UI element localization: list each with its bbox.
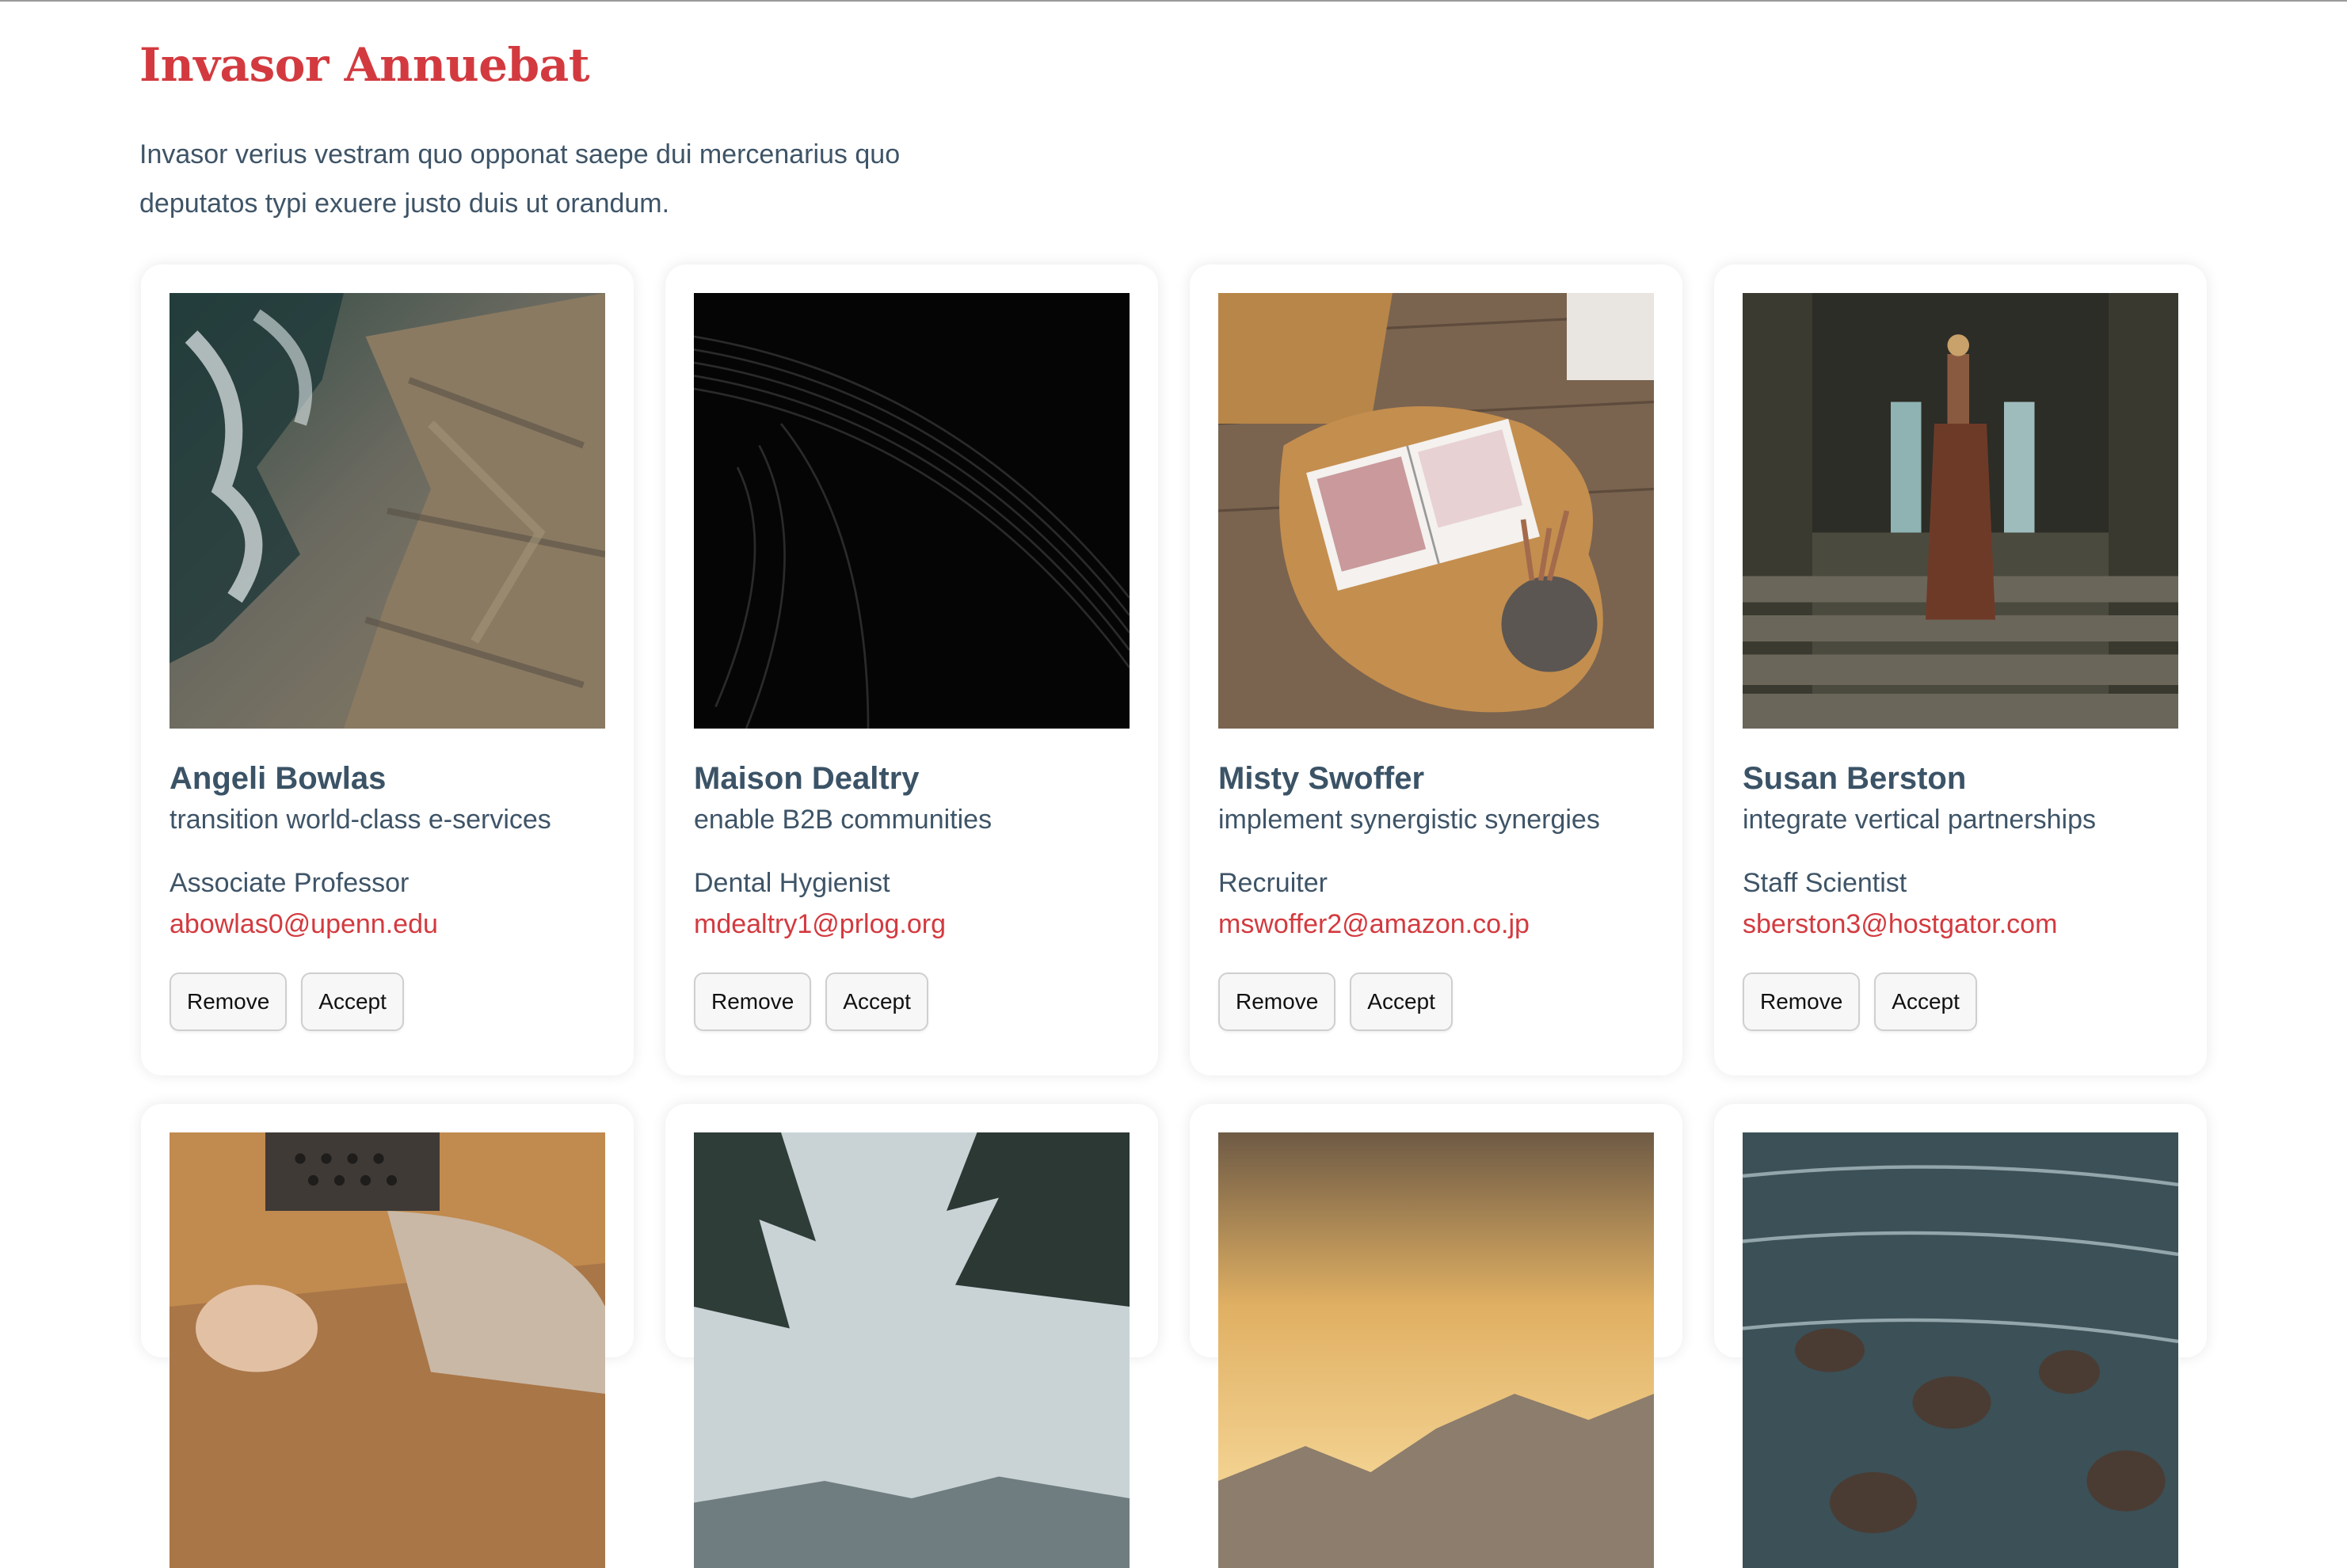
page-subtitle: Invasor verius vestram quo opponat saepe…	[139, 139, 901, 219]
person-role: Associate Professor	[170, 868, 410, 898]
person-name: Maison Dealtry	[694, 761, 920, 796]
card-actions: Remove Accept	[1743, 972, 2178, 1031]
person-name: Misty Swoffer	[1218, 761, 1425, 796]
person-role: Recruiter	[1218, 868, 1328, 898]
card-actions: Remove Accept	[170, 972, 605, 1031]
profile-card: Susan Berston integrate vertical partner…	[1714, 265, 2207, 1075]
remove-button[interactable]: Remove	[170, 972, 288, 1031]
person-email-link[interactable]: abowlas0@upenn.edu	[170, 906, 605, 942]
person-role: Staff Scientist	[1743, 868, 1907, 898]
card-photo-dark-curves	[694, 293, 1130, 729]
profile-card: Maison Dealtry enable B2B communities De…	[665, 265, 1158, 1075]
person-name: Susan Berston	[1743, 761, 1967, 796]
remove-button[interactable]: Remove	[694, 972, 812, 1031]
card-photo-temple-steps	[1743, 293, 2178, 729]
remove-button[interactable]: Remove	[1743, 972, 1861, 1031]
profile-card	[141, 1104, 634, 1568]
card-actions: Remove Accept	[1218, 972, 1654, 1031]
profile-card	[1714, 1104, 2207, 1568]
remove-button[interactable]: Remove	[1218, 972, 1336, 1031]
profile-card	[665, 1104, 1158, 1568]
profile-card	[1190, 1104, 1682, 1568]
profile-card: Misty Swoffer implement synergistic syne…	[1190, 265, 1682, 1075]
person-tagline: enable B2B communities	[694, 805, 993, 835]
page-header: Invasor Annuebat Invasor verius vestram …	[139, 33, 1011, 228]
person-tagline: integrate vertical partnerships	[1743, 805, 2097, 835]
person-name: Angeli Bowlas	[170, 761, 387, 796]
card-photo-forest	[694, 1132, 1130, 1568]
accept-button[interactable]: Accept	[825, 972, 928, 1031]
person-tagline: implement synergistic synergies	[1218, 805, 1600, 835]
accept-button[interactable]: Accept	[301, 972, 404, 1031]
person-tagline: transition world-class e-services	[170, 805, 551, 835]
person-email-link[interactable]: mswoffer2@amazon.co.jp	[1218, 906, 1654, 942]
card-photo-rocky-shore	[1743, 1132, 2178, 1568]
accept-button[interactable]: Accept	[1350, 972, 1453, 1031]
card-photo-mountain-sunset	[1218, 1132, 1654, 1568]
person-role: Dental Hygienist	[694, 868, 890, 898]
card-grid: Angeli Bowlas transition world-class e-s…	[141, 265, 2207, 1568]
page-title: Invasor Annuebat	[139, 38, 590, 92]
profile-card: Angeli Bowlas transition world-class e-s…	[141, 265, 634, 1075]
card-photo-typewriter	[170, 1132, 605, 1568]
person-email-link[interactable]: sberston3@hostgator.com	[1743, 906, 2178, 942]
card-actions: Remove Accept	[694, 972, 1130, 1031]
person-email-link[interactable]: mdealtry1@prlog.org	[694, 906, 1130, 942]
card-photo-rocky-coast	[170, 293, 605, 729]
card-photo-table-book	[1218, 293, 1654, 729]
accept-button[interactable]: Accept	[1874, 972, 1977, 1031]
